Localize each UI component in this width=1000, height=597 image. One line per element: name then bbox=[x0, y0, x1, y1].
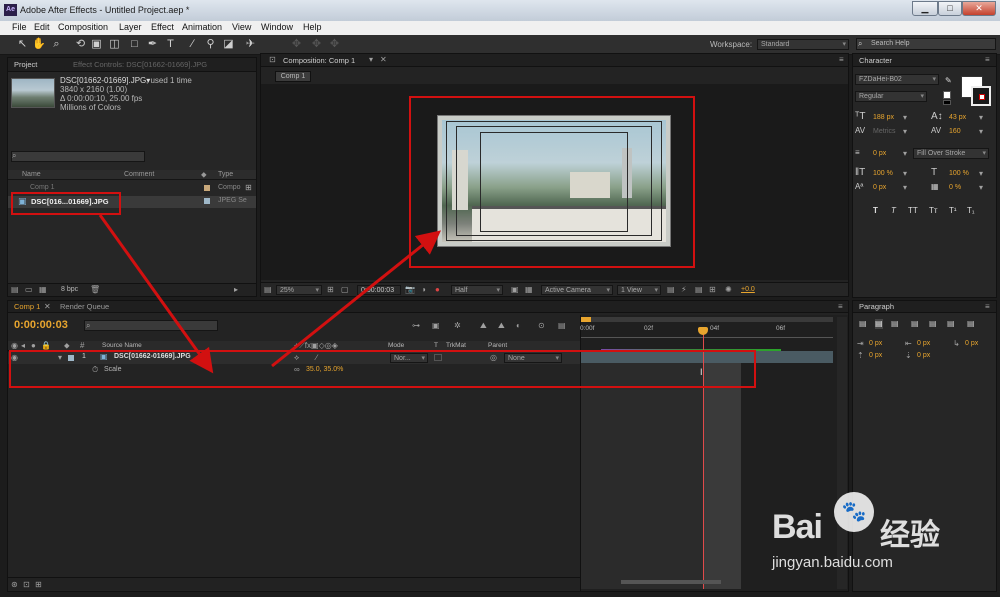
arrow-to-timeline bbox=[98, 214, 214, 374]
watermark: Bai 🐾 经验 jingyan.baidu.com bbox=[772, 492, 992, 592]
paw-icon: 🐾 bbox=[834, 492, 874, 532]
arrow-to-viewer bbox=[271, 230, 442, 368]
watermark-brand: Bai bbox=[772, 508, 823, 546]
watermark-url: jingyan.baidu.com bbox=[772, 554, 893, 571]
watermark-brand2: 经验 bbox=[880, 519, 940, 552]
